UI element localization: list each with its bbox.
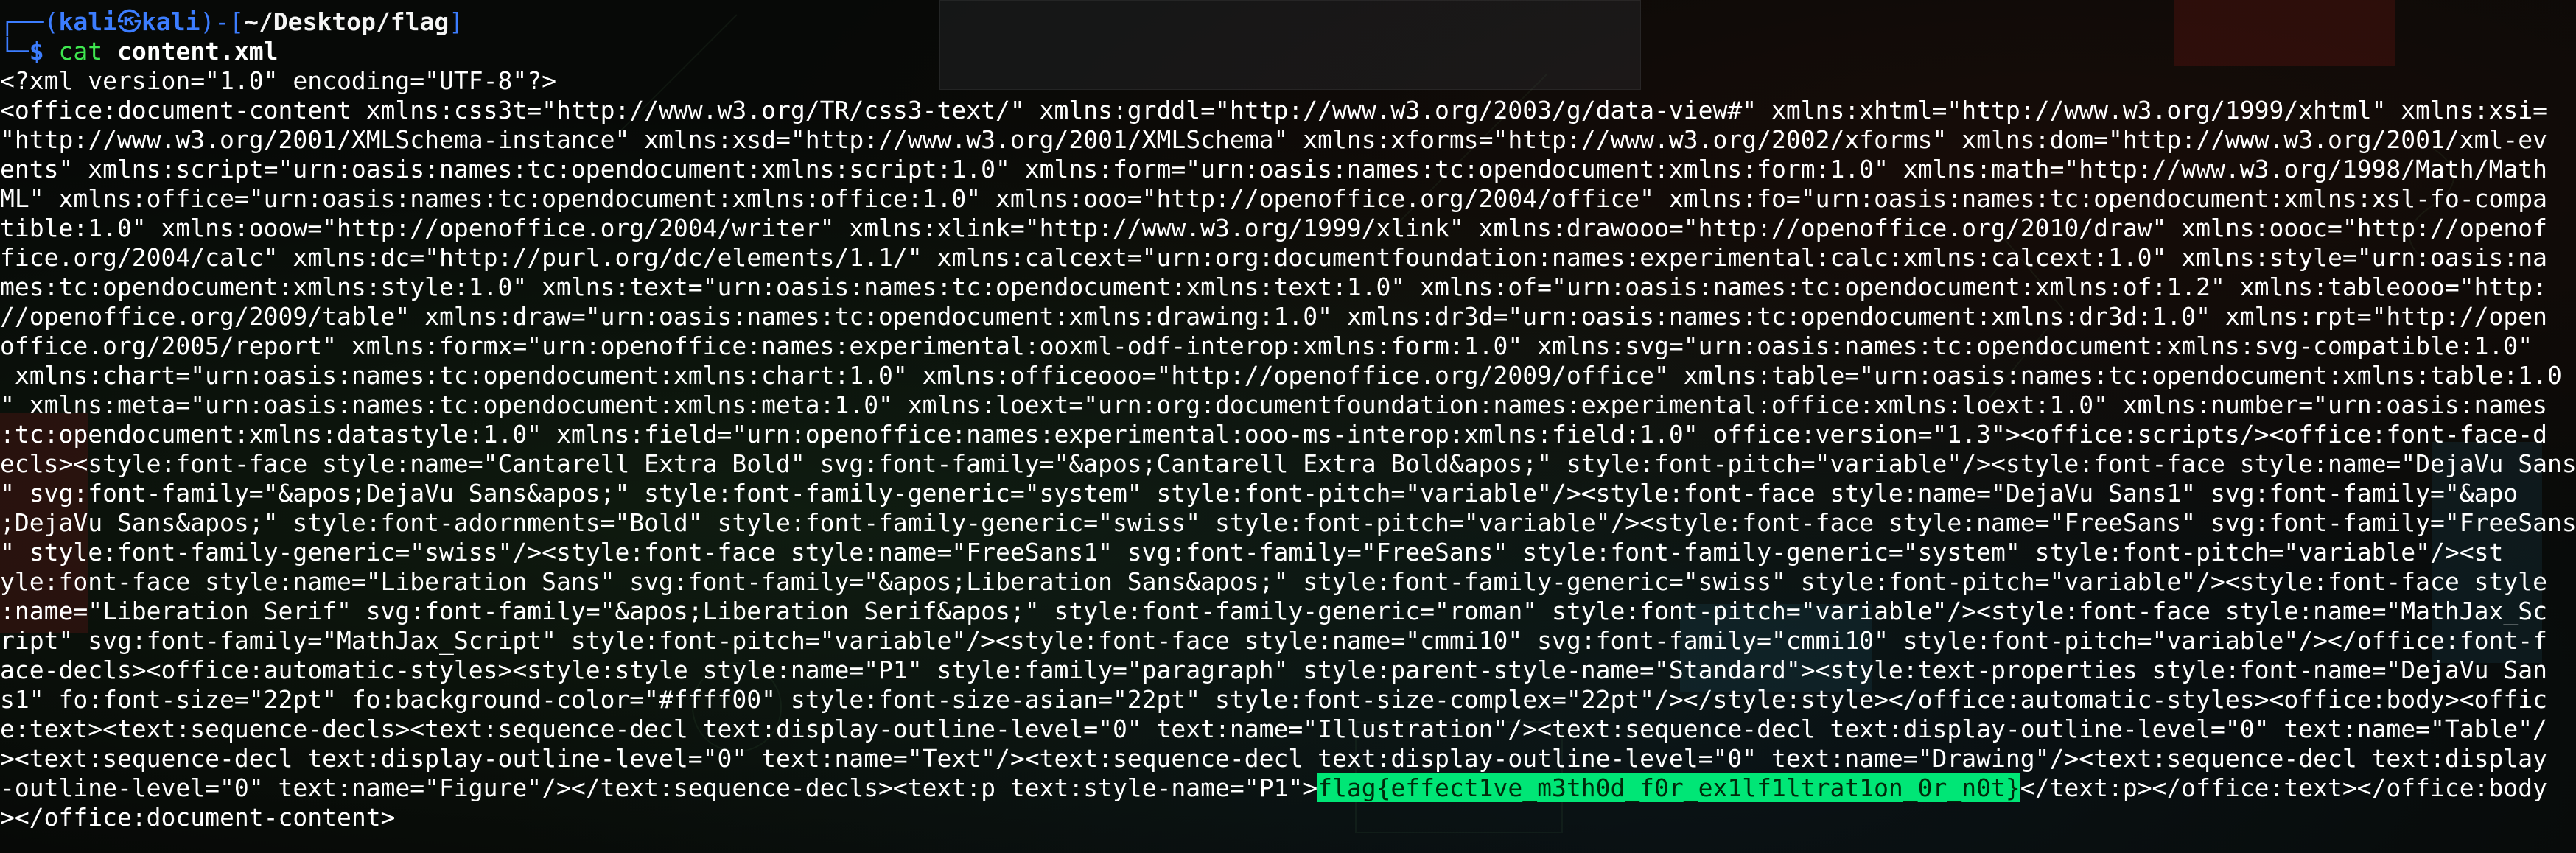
output-line: mes:tc:opendocument:xmlns:style:1.0" xml… [0, 273, 2547, 301]
prompt-frame-top: ┌──( [0, 7, 59, 36]
output-line: tible:1.0" xmlns:ooow="http://openoffice… [0, 214, 2547, 242]
output-line: " style:font-family-generic="swiss"/><st… [0, 538, 2504, 566]
command-line[interactable]: └─$ cat content.xml [0, 37, 2576, 66]
flag-highlight[interactable]: flag{effect1ve_m3th0d_f0r_ex1lf1ltrat1on… [1317, 773, 2020, 802]
flag-line-after: </text:p></office:text></office:body [2020, 773, 2547, 802]
output-line: e:text><text:sequence-decls><text:sequen… [0, 715, 2547, 743]
closing-tag: ></office:document-content> [0, 803, 396, 832]
output-line-closing: ></office:document-content> [0, 803, 2576, 832]
output-line: ents" xmlns:script="urn:oasis:names:tc:o… [0, 155, 2547, 183]
output-line: "http://www.w3.org/2001/XMLSchema-instan… [0, 125, 2547, 154]
output-line: ML" xmlns:office="urn:oasis:names:tc:ope… [0, 184, 2547, 213]
output-line: //openoffice.org/2009/table" xmlns:draw=… [0, 302, 2547, 331]
command-argument: content.xml [102, 37, 279, 66]
terminal-window[interactable]: ┌──(kali㉿kali)-[~/Desktop/flag] └─$ cat … [0, 0, 2576, 853]
output-line: xmlns:chart="urn:oasis:names:tc:opendocu… [0, 361, 2562, 390]
output-line: ;DejaVu Sans&apos;" style:font-adornment… [0, 508, 2576, 537]
output-line: ace-decls><office:automatic-styles><styl… [0, 656, 2547, 684]
prompt-user: kali [58, 7, 117, 36]
prompt-frame-end: ] [449, 7, 464, 36]
output-line: " svg:font-family="&apos;DejaVu Sans&apo… [0, 479, 2519, 508]
prompt-line-top: ┌──(kali㉿kali)-[~/Desktop/flag] [0, 7, 2576, 37]
prompt-path: ~/Desktop/flag [244, 7, 449, 36]
output-line: ecls><style:font-face style:name="Cantar… [0, 449, 2576, 478]
output-line: yle:font-face style:name="Liberation San… [0, 567, 2547, 596]
output-line: ript" svg:font-family="MathJax_Script" s… [0, 626, 2547, 655]
output-line: ><text:sequence-decl text:display-outlin… [0, 744, 2547, 773]
output-line: fice.org/2004/calc" xmlns:dc="http://pur… [0, 243, 2547, 272]
output-line: :tc:opendocument:xmlns:datastyle:1.0" xm… [0, 420, 2547, 449]
output-line: :name="Liberation Serif" svg:font-family… [0, 597, 2547, 625]
prompt-frame-bottom: └─ [0, 37, 29, 66]
output-line: s1" fo:font-size="22pt" fo:background-co… [0, 685, 2547, 714]
terminal-output: ┌──(kali㉿kali)-[~/Desktop/flag] └─$ cat … [0, 7, 2576, 832]
flag-line-before: -outline-level="0" text:name="Figure"/><… [0, 773, 1318, 802]
prompt-dollar: $ [29, 37, 59, 66]
prompt-at-symbol: ㉿ [116, 7, 141, 36]
output-line: office.org/2005/report" xmlns:formx="urn… [0, 331, 2533, 360]
file-content-output: <?xml version="1.0" encoding="UTF-8"?> <o… [0, 66, 2576, 773]
output-line-flag: -outline-level="0" text:name="Figure"/><… [0, 773, 2576, 803]
output-line: " xmlns:meta="urn:oasis:names:tc:opendoc… [0, 390, 2547, 419]
output-line: <office:document-content xmlns:css3t="ht… [0, 96, 2547, 124]
command-name: cat [58, 37, 103, 66]
output-line: <?xml version="1.0" encoding="UTF-8"?> [0, 66, 556, 95]
prompt-host: kali [141, 7, 200, 36]
prompt-frame-mid: )-[ [200, 7, 245, 36]
